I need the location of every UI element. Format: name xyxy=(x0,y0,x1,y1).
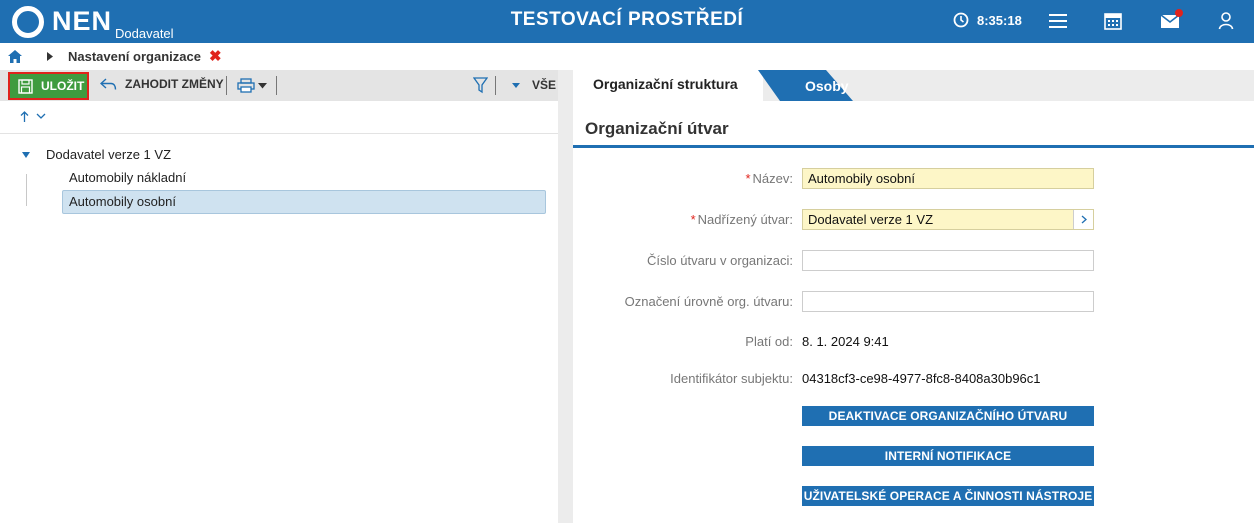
subject-id-value: 04318cf3-ce98-4977-8fc8-8408a30b96c1 xyxy=(802,371,1041,386)
undo-arrow-icon xyxy=(100,78,117,90)
valid-from-value: 8. 1. 2024 9:41 xyxy=(802,334,889,349)
home-icon[interactable] xyxy=(8,50,22,63)
section-title: Organizační útvar xyxy=(573,110,1254,148)
form-row-subject-id: Identifikátor subjektu: 04318cf3-ce98-49… xyxy=(573,368,1254,390)
sort-control[interactable] xyxy=(20,111,46,122)
chevron-down-icon xyxy=(258,82,267,88)
toolbar-divider xyxy=(226,76,227,95)
chevron-down-icon xyxy=(36,113,46,119)
toolbar-divider xyxy=(495,76,496,95)
sort-up-arrow-icon xyxy=(20,111,29,122)
save-button[interactable]: ULOŽIT xyxy=(8,72,89,100)
filter-scope-dropdown[interactable]: VŠE xyxy=(512,78,556,92)
tree-node-automobily-nakladni[interactable]: Automobily nákladní xyxy=(62,166,546,190)
valid-from-label: Platí od: xyxy=(745,334,793,349)
unit-number-input[interactable] xyxy=(802,250,1094,271)
toolbar: ULOŽIT ZAHODIT ZMĚNY VŠE xyxy=(0,70,558,101)
user-operations-button[interactable]: UŽIVATELSKÉ OPERACE A ČINNOSTI NÁSTROJE xyxy=(802,486,1094,506)
toolbar-divider xyxy=(276,76,277,95)
level-mark-input[interactable] xyxy=(802,291,1094,312)
form-row-valid-from: Platí od: 8. 1. 2024 9:41 xyxy=(573,331,1254,353)
expand-triangle-icon[interactable] xyxy=(22,151,30,158)
filter-scope-label: VŠE xyxy=(532,78,557,92)
tab-osoby[interactable]: Osoby xyxy=(805,78,849,94)
discard-changes-label: ZAHODIT ZMĚNY xyxy=(125,77,224,91)
sort-row xyxy=(0,101,558,134)
internal-notifications-button[interactable]: INTERNÍ NOTIFIKACE xyxy=(802,446,1094,466)
tree-node-automobily-osobni[interactable]: Automobily osobní xyxy=(62,190,546,214)
menu-icon[interactable] xyxy=(1049,13,1067,29)
tree-connector-line xyxy=(26,174,27,206)
level-mark-label: Označení úrovně org. útvaru: xyxy=(624,294,793,309)
deactivate-unit-button[interactable]: DEAKTIVACE ORGANIZAČNÍHO ÚTVARU xyxy=(802,406,1094,426)
session-clock: 8:35:18 xyxy=(953,12,1022,28)
filter-icon[interactable] xyxy=(473,77,488,94)
form-row-level-mark: Označení úrovně org. útvaru: xyxy=(573,291,1254,313)
chevron-right-icon xyxy=(1081,215,1087,224)
tab-organizacni-struktura[interactable]: Organizační struktura xyxy=(573,70,763,101)
floppy-disk-icon xyxy=(18,78,33,94)
breadcrumb: Nastavení organizace ✖ xyxy=(0,43,1254,70)
breadcrumb-page-label[interactable]: Nastavení organizace xyxy=(68,49,201,64)
unit-number-label: Číslo útvaru v organizaci: xyxy=(647,253,793,268)
name-label: * Název: xyxy=(745,171,793,186)
save-button-label: ULOŽIT xyxy=(41,79,85,93)
print-button[interactable] xyxy=(237,78,267,93)
required-marker: * xyxy=(690,212,696,227)
parent-label-text: Nadřízený útvar: xyxy=(697,212,793,227)
tree-root-label: Dodavatel verze 1 VZ xyxy=(46,147,172,162)
clock-icon xyxy=(953,12,969,28)
right-pane: Organizační struktura Osoby Organizační … xyxy=(573,70,1254,523)
mail-icon[interactable] xyxy=(1160,9,1186,31)
parent-unit-input[interactable]: Dodavatel verze 1 VZ xyxy=(802,209,1094,230)
tabs-bar: Organizační struktura Osoby xyxy=(573,70,1254,101)
close-tab-icon[interactable]: ✖ xyxy=(209,49,222,64)
calendar-icon[interactable] xyxy=(1104,12,1122,30)
chevron-right-icon xyxy=(47,52,53,61)
name-input[interactable]: Automobily osobní xyxy=(802,168,1094,189)
dropdown-triangle-icon xyxy=(512,82,520,88)
form-row-unit-number: Číslo útvaru v organizaci: xyxy=(573,250,1254,272)
subject-id-label: Identifikátor subjektu: xyxy=(670,371,793,386)
parent-lookup-button[interactable] xyxy=(1073,210,1093,229)
name-label-text: Název: xyxy=(752,171,793,186)
parent-unit-value: Dodavatel verze 1 VZ xyxy=(808,212,934,227)
print-icon xyxy=(237,78,255,93)
form-row-parent: * Nadřízený útvar: Dodavatel verze 1 VZ xyxy=(573,209,1254,231)
parent-label: * Nadřízený útvar: xyxy=(691,212,793,227)
pane-splitter[interactable] xyxy=(558,70,573,523)
required-marker: * xyxy=(745,171,751,186)
clock-time: 8:35:18 xyxy=(977,12,1022,28)
left-pane: ULOŽIT ZAHODIT ZMĚNY VŠE Dodavatel verze… xyxy=(0,70,558,523)
top-bar: NEN Dodavatel TESTOVACÍ PROSTŘEDÍ 8:35:1… xyxy=(0,0,1254,43)
form-row-name: * Název: Automobily osobní xyxy=(573,168,1254,190)
tree-root-node[interactable]: Dodavatel verze 1 VZ xyxy=(22,147,171,162)
discard-changes-button[interactable]: ZAHODIT ZMĚNY xyxy=(100,77,224,91)
user-icon[interactable] xyxy=(1218,12,1234,30)
